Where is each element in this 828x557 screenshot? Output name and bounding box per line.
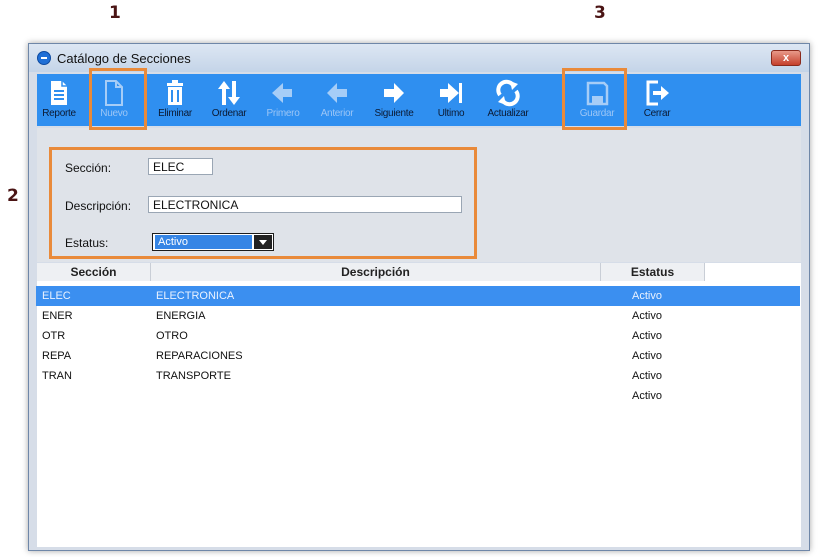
cell-descripcion: REPARACIONES bbox=[156, 350, 243, 362]
cell-estatus: Activo bbox=[632, 350, 662, 362]
table-row[interactable]: ELEC ELECTRONICA Activo bbox=[36, 286, 800, 306]
highlight-box-form bbox=[49, 147, 477, 259]
callout-3: 3 bbox=[594, 3, 606, 23]
toolbar: Reporte Nuevo Eliminar Ordenar Primero A… bbox=[37, 74, 801, 126]
close-label: Cerrar bbox=[643, 108, 671, 119]
delete-button[interactable]: Eliminar bbox=[155, 74, 195, 126]
table-row[interactable]: Activo bbox=[36, 386, 800, 406]
table-row[interactable]: OTR OTRO Activo bbox=[36, 326, 800, 346]
refresh-icon bbox=[496, 79, 520, 107]
first-label: Primero bbox=[266, 108, 300, 119]
close-button[interactable]: Cerrar bbox=[639, 74, 675, 126]
sort-label: Ordenar bbox=[211, 108, 247, 119]
last-arrow-icon bbox=[440, 83, 462, 103]
cell-estatus: Activo bbox=[632, 390, 662, 402]
cell-estatus: Activo bbox=[632, 370, 662, 382]
column-header-estatus[interactable]: Estatus bbox=[601, 263, 705, 281]
cell-seccion: ELEC bbox=[42, 290, 71, 302]
callout-1: 1 bbox=[109, 3, 121, 23]
trash-icon bbox=[167, 80, 183, 105]
window-title: Catálogo de Secciones bbox=[57, 51, 191, 66]
refresh-button[interactable]: Actualizar bbox=[483, 74, 533, 126]
first-button[interactable]: Primero bbox=[263, 74, 303, 126]
cell-descripcion: TRANSPORTE bbox=[156, 370, 231, 382]
refresh-label: Actualizar bbox=[487, 108, 529, 119]
table-row[interactable]: REPA REPARACIONES Activo bbox=[36, 346, 800, 366]
column-header-seccion[interactable]: Sección bbox=[37, 263, 151, 281]
exit-icon bbox=[646, 80, 669, 106]
close-window-button[interactable]: x bbox=[771, 50, 801, 66]
close-icon: x bbox=[782, 52, 790, 64]
cell-seccion: OTR bbox=[42, 330, 66, 342]
table-header: Sección Descripción Estatus bbox=[37, 263, 705, 281]
report-label: Reporte bbox=[42, 108, 76, 119]
callout-2: 2 bbox=[7, 186, 19, 206]
cell-seccion: REPA bbox=[42, 350, 72, 362]
next-arrow-icon bbox=[384, 83, 404, 103]
cell-descripcion: ENERGIA bbox=[156, 310, 206, 322]
cell-descripcion: OTRO bbox=[156, 330, 188, 342]
sort-button[interactable]: Ordenar bbox=[209, 74, 249, 126]
cell-estatus: Activo bbox=[632, 310, 662, 322]
previous-arrow-icon bbox=[327, 83, 347, 103]
cell-seccion: ENER bbox=[42, 310, 73, 322]
highlight-box-save bbox=[562, 68, 627, 130]
table-row[interactable]: ENER ENERGIA Activo bbox=[36, 306, 800, 326]
cell-seccion: TRAN bbox=[42, 370, 72, 382]
delete-label: Eliminar bbox=[158, 108, 192, 119]
document-icon bbox=[51, 81, 67, 105]
next-button[interactable]: Siguiente bbox=[369, 74, 419, 126]
cell-estatus: Activo bbox=[632, 330, 662, 342]
app-icon bbox=[37, 51, 51, 65]
cell-estatus: Activo bbox=[632, 290, 662, 302]
first-arrow-icon bbox=[272, 83, 292, 103]
column-header-descripcion[interactable]: Descripción bbox=[151, 263, 601, 281]
cell-descripcion: ELECTRONICA bbox=[156, 290, 235, 302]
next-label: Siguiente bbox=[374, 108, 414, 119]
report-button[interactable]: Reporte bbox=[41, 74, 77, 126]
table-row[interactable]: TRAN TRANSPORTE Activo bbox=[36, 366, 800, 386]
previous-button[interactable]: Anterior bbox=[316, 74, 358, 126]
last-label: Ultimo bbox=[437, 108, 465, 119]
highlight-box-new bbox=[89, 68, 147, 130]
last-button[interactable]: Ultimo bbox=[430, 74, 472, 126]
previous-label: Anterior bbox=[320, 108, 354, 119]
sort-arrows-icon bbox=[218, 81, 240, 105]
